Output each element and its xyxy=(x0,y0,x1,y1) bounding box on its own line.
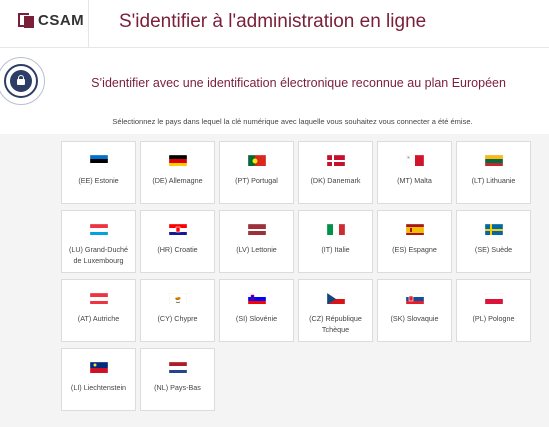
country-card-lu[interactable]: (LU) Grand-Duché de Luxembourg xyxy=(61,210,136,273)
country-card-pt[interactable]: (PT) Portugal xyxy=(219,141,294,204)
flag-at-icon xyxy=(90,292,108,304)
flag-pl-icon xyxy=(485,292,503,304)
country-card-lt[interactable]: (LT) Lithuanie xyxy=(456,141,531,204)
flag-mt-icon xyxy=(406,154,424,166)
country-label: (NL) Pays-Bas xyxy=(154,383,201,392)
country-label: (SK) Slovaquie xyxy=(390,314,439,323)
section-heading: S’identifier avec une identification éle… xyxy=(91,76,506,90)
flag-se-icon xyxy=(485,223,503,235)
country-card-ee[interactable]: (EE) Estonie xyxy=(61,141,136,204)
country-label: (LV) Lettonie xyxy=(236,245,277,254)
instruction-text: Sélectionnez le pays dans lequel la clé … xyxy=(112,117,473,126)
country-card-hr[interactable]: (HR) Croatie xyxy=(140,210,215,273)
country-card-sk[interactable]: (SK) Slovaquie xyxy=(377,279,452,342)
flag-cy-icon xyxy=(169,292,187,304)
country-label: (DK) Danemark xyxy=(310,176,361,185)
country-selection-area: (EE) Estonie (DE) Allemagne (PT) Portugal (… xyxy=(0,134,549,427)
country-label: (IT) Italie xyxy=(321,245,350,254)
flag-si-icon xyxy=(248,292,266,304)
country-label: (LI) Liechtenstein xyxy=(70,383,127,392)
flag-sk-icon xyxy=(406,292,424,304)
country-label: (EE) Estonie xyxy=(78,176,119,185)
country-card-es[interactable]: (ES) Espagne xyxy=(377,210,452,273)
flag-hr-icon xyxy=(169,223,187,235)
country-label: (CZ) République Tchèque xyxy=(309,314,362,334)
country-label: (ES) Espagne xyxy=(392,245,437,254)
country-card-dk[interactable]: (DK) Danemark xyxy=(298,141,373,204)
country-card-nl[interactable]: (NL) Pays-Bas xyxy=(140,348,215,411)
country-card-mt[interactable]: (MT) Malta xyxy=(377,141,452,204)
flag-li-icon xyxy=(90,361,108,373)
country-card-si[interactable]: (SI) Slovénie xyxy=(219,279,294,342)
header-divider xyxy=(88,0,89,48)
country-card-se[interactable]: (SE) Suède xyxy=(456,210,531,273)
flag-dk-icon xyxy=(327,154,345,166)
country-label: (HR) Croatie xyxy=(157,245,198,254)
country-card-cz[interactable]: (CZ) République Tchèque xyxy=(298,279,373,342)
country-label: (CY) Chypre xyxy=(157,314,198,323)
logo-text: CSAM xyxy=(38,12,85,29)
flag-ee-icon xyxy=(90,154,108,166)
country-label: (PL) Pologne xyxy=(472,314,515,323)
country-card-cy[interactable]: (CY) Chypre xyxy=(140,279,215,342)
country-label: (SI) Slovénie xyxy=(235,314,278,323)
flag-lt-icon xyxy=(485,154,503,166)
country-card-li[interactable]: (LI) Liechtenstein xyxy=(61,348,136,411)
flag-cz-icon xyxy=(327,292,345,304)
header-bar: CSAM S'identifier à l'administration en … xyxy=(0,0,549,48)
flag-lv-icon xyxy=(248,223,266,235)
flag-pt-icon xyxy=(248,154,266,166)
country-label: (AT) Autriche xyxy=(77,314,120,323)
country-card-at[interactable]: (AT) Autriche xyxy=(61,279,136,342)
flag-es-icon xyxy=(406,223,424,235)
csam-logo[interactable]: CSAM xyxy=(18,12,84,29)
flag-it-icon xyxy=(327,223,345,235)
country-card-lv[interactable]: (LV) Lettonie xyxy=(219,210,294,273)
country-label: (LU) Grand-Duché de Luxembourg xyxy=(68,245,129,265)
country-label: (DE) Allemagne xyxy=(152,176,203,185)
page-title: S'identifier à l'administration en ligne xyxy=(119,11,427,32)
country-label: (MT) Malta xyxy=(397,176,432,185)
csam-logo-icon xyxy=(18,12,34,29)
country-label: (SE) Suède xyxy=(474,245,513,254)
country-label: (LT) Lithuanie xyxy=(471,176,516,185)
country-card-pl[interactable]: (PL) Pologne xyxy=(456,279,531,342)
country-card-it[interactable]: (IT) Italie xyxy=(298,210,373,273)
country-grid: (EE) Estonie (DE) Allemagne (PT) Portugal (… xyxy=(61,141,531,411)
flag-lu-icon xyxy=(90,223,108,235)
flag-nl-icon xyxy=(169,361,187,373)
country-label: (PT) Portugal xyxy=(235,176,278,185)
country-card-de[interactable]: (DE) Allemagne xyxy=(140,141,215,204)
flag-de-icon xyxy=(169,154,187,166)
